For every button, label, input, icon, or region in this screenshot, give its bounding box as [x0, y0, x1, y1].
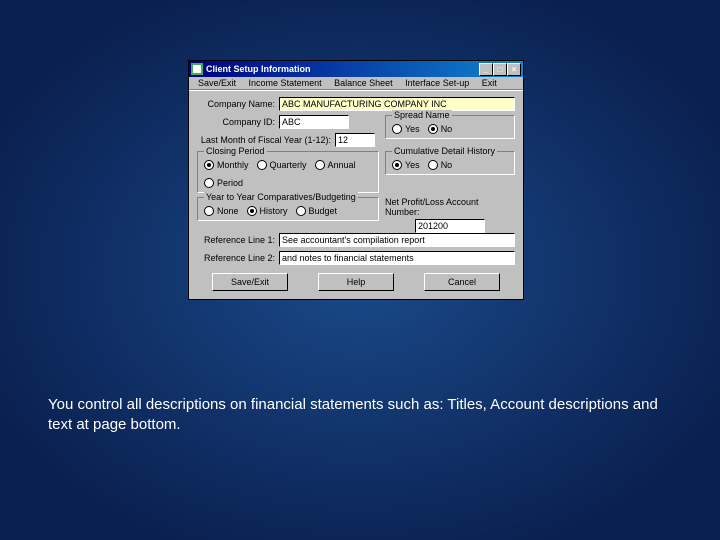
menu-balance-sheet[interactable]: Balance Sheet — [329, 77, 398, 89]
ref2-label: Reference Line 2: — [197, 253, 279, 263]
cumulative-history-group: Cumulative Detail History Yes No — [385, 151, 515, 175]
spread-name-legend: Spread Name — [392, 110, 452, 120]
ref1-input[interactable]: See accountant's compilation report — [279, 233, 515, 247]
help-button[interactable]: Help — [318, 273, 394, 291]
menu-exit[interactable]: Exit — [477, 77, 502, 89]
ref2-input[interactable]: and notes to financial statements — [279, 251, 515, 265]
yty-group: Year to Year Comparatives/Budgeting None… — [197, 197, 379, 221]
app-icon — [191, 63, 203, 75]
menu-income-statement[interactable]: Income Statement — [244, 77, 327, 89]
menu-save-exit[interactable]: Save/Exit — [193, 77, 241, 89]
ref1-label: Reference Line 1: — [197, 235, 279, 245]
titlebar[interactable]: Client Setup Information _ □ × — [189, 61, 523, 77]
maximize-button[interactable]: □ — [493, 63, 507, 76]
yty-none-radio[interactable]: None — [204, 206, 239, 216]
last-month-input[interactable]: 12 — [335, 133, 375, 147]
yty-legend: Year to Year Comparatives/Budgeting — [204, 192, 358, 202]
company-id-input[interactable]: ABC — [279, 115, 349, 129]
menu-interface-setup[interactable]: Interface Set-up — [400, 77, 474, 89]
closing-annual-radio[interactable]: Annual — [315, 160, 356, 170]
spread-no-radio[interactable]: No — [428, 124, 453, 134]
window-title: Client Setup Information — [206, 64, 479, 74]
client-setup-dialog: Client Setup Information _ □ × Save/Exit… — [188, 60, 524, 300]
yty-budget-radio[interactable]: Budget — [296, 206, 338, 216]
cumulative-history-legend: Cumulative Detail History — [392, 146, 497, 156]
spread-name-group: Spread Name Yes No — [385, 115, 515, 139]
company-name-label: Company Name: — [197, 99, 279, 109]
slide-caption: You control all descriptions on financia… — [48, 395, 668, 436]
cumulative-no-radio[interactable]: No — [428, 160, 453, 170]
net-profit-loss-label: Net Profit/Loss Account Number: — [385, 197, 515, 217]
cumulative-yes-radio[interactable]: Yes — [392, 160, 420, 170]
company-name-input[interactable]: ABC MANUFACTURING COMPANY INC — [279, 97, 515, 111]
closing-period-group: Closing Period Monthly Quarterly Annual … — [197, 151, 379, 193]
close-button[interactable]: × — [507, 63, 521, 76]
menubar: Save/Exit Income Statement Balance Sheet… — [189, 77, 523, 90]
cancel-button[interactable]: Cancel — [424, 273, 500, 291]
closing-monthly-radio[interactable]: Monthly — [204, 160, 249, 170]
minimize-button[interactable]: _ — [479, 63, 493, 76]
closing-period-legend: Closing Period — [204, 146, 267, 156]
last-month-label: Last Month of Fiscal Year (1-12): — [197, 135, 335, 145]
spread-yes-radio[interactable]: Yes — [392, 124, 420, 134]
net-profit-loss-input[interactable]: 201200 — [415, 219, 485, 233]
closing-period-radio[interactable]: Period — [204, 178, 243, 188]
closing-quarterly-radio[interactable]: Quarterly — [257, 160, 307, 170]
save-exit-button[interactable]: Save/Exit — [212, 273, 288, 291]
yty-history-radio[interactable]: History — [247, 206, 288, 216]
company-id-label: Company ID: — [197, 117, 279, 127]
